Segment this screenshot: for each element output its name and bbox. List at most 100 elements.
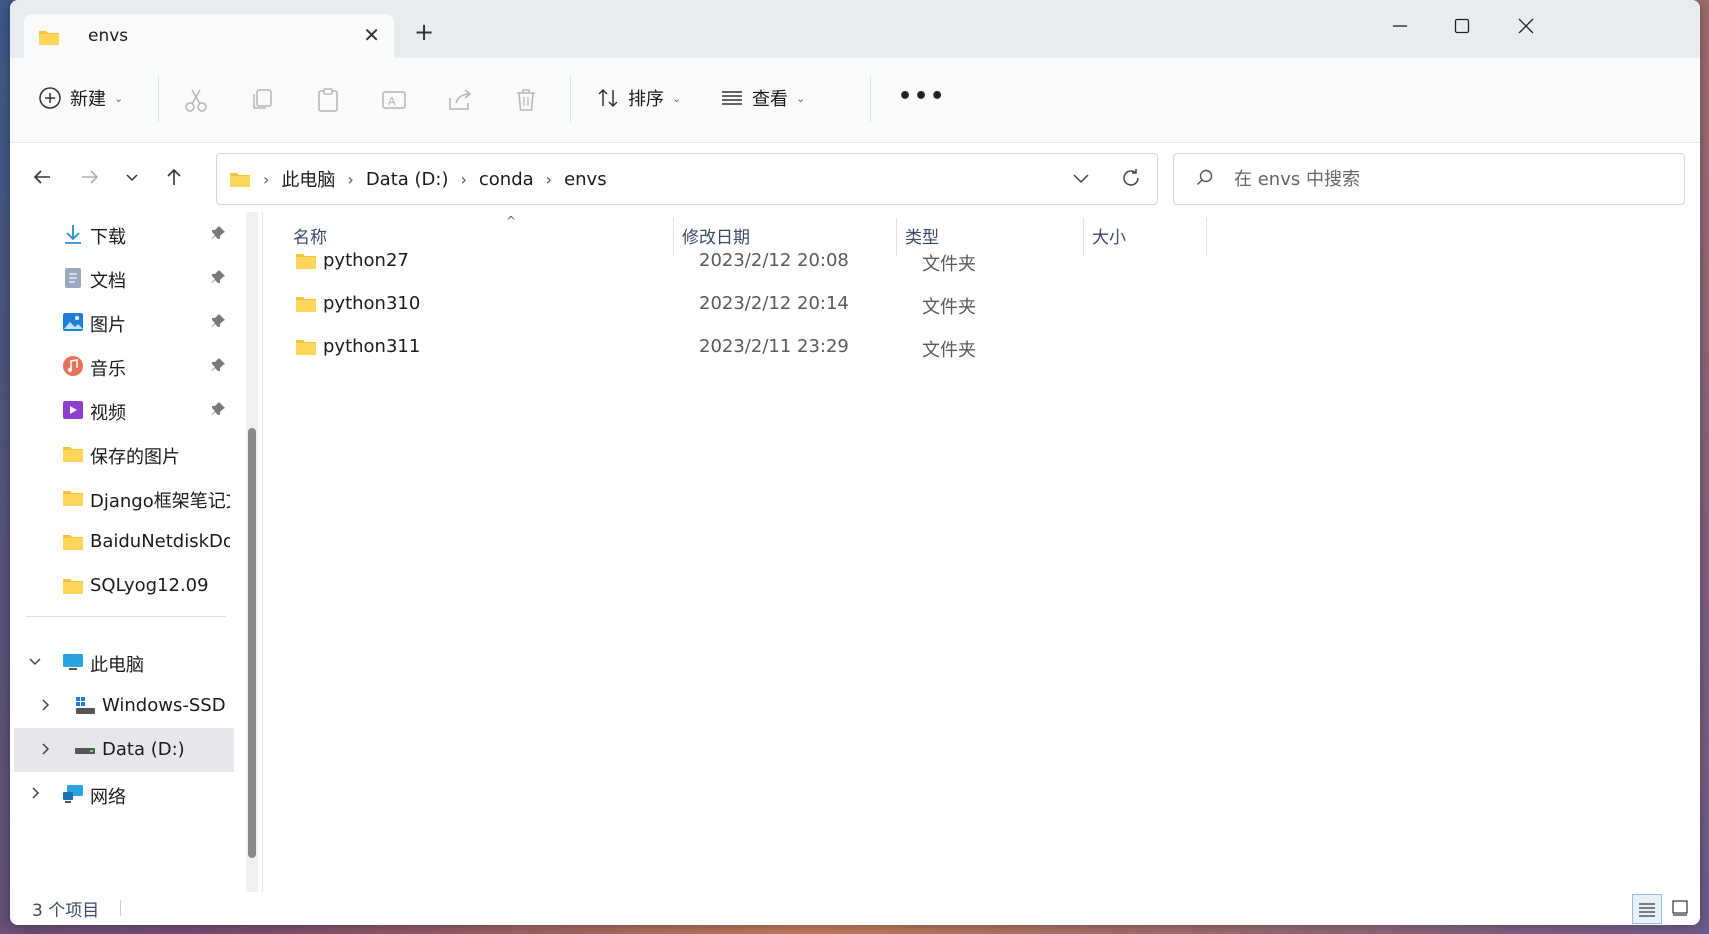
drive-icon xyxy=(75,748,95,754)
folder-icon xyxy=(63,579,83,594)
sidebar-item-label: 此电脑 xyxy=(90,655,144,676)
sidebar-scrollbar-thumb[interactable] xyxy=(248,428,256,858)
sort-icon xyxy=(598,88,618,108)
folder-icon xyxy=(230,173,250,187)
pin-icon[interactable] xyxy=(210,313,226,329)
file-name: python27 xyxy=(323,250,409,271)
sidebar-item-label: Windows-SSD ( xyxy=(102,695,227,716)
forward-button[interactable] xyxy=(74,161,106,193)
folder-icon xyxy=(63,491,83,506)
sidebar-item-baidunetdisk[interactable]: BaiduNetdiskDow xyxy=(10,520,235,564)
sidebar-item-sqlyog[interactable]: SQLyog12.09 xyxy=(10,564,235,608)
refresh-icon[interactable] xyxy=(1119,166,1143,190)
cut-icon[interactable] xyxy=(182,86,210,114)
folder-icon xyxy=(63,535,83,550)
sidebar-item-documents[interactable]: 文档 xyxy=(10,256,235,300)
sidebar-item-pictures[interactable]: 图片 xyxy=(10,300,235,344)
back-button[interactable] xyxy=(26,161,58,193)
paste-icon[interactable] xyxy=(314,86,342,114)
breadcrumb-data-d[interactable]: Data (D:) xyxy=(366,169,449,190)
chevron-right-icon[interactable]: › xyxy=(460,170,466,189)
sidebar-divider xyxy=(26,616,226,617)
sort-ascending-icon: ^ xyxy=(506,214,517,228)
table-row[interactable]: python311 2023/2/11 23:29 文件夹 xyxy=(273,328,1673,368)
sidebar-item-label: 视频 xyxy=(90,403,126,424)
navigation-pane: 下载 文档 图片 音乐 视频 保存的图片 Django框架笔记文 BaiduNe… xyxy=(10,212,245,892)
breadcrumb-conda[interactable]: conda xyxy=(479,169,534,190)
sidebar-item-django-notes[interactable]: Django框架笔记文 xyxy=(10,476,235,520)
close-window-button[interactable] xyxy=(1506,8,1546,44)
large-icons-view-button[interactable] xyxy=(1666,894,1694,922)
chevron-right-icon[interactable]: › xyxy=(546,170,552,189)
chevron-down-icon: ⌄ xyxy=(672,91,682,105)
sidebar-item-saved-pictures[interactable]: 保存的图片 xyxy=(10,432,235,476)
chevron-down-icon[interactable] xyxy=(1071,168,1091,188)
view-button[interactable]: 查看 ⌄ xyxy=(720,76,805,120)
sidebar-item-label: 图片 xyxy=(90,315,126,336)
chevron-down-icon: ⌄ xyxy=(796,91,806,105)
address-bar[interactable]: › 此电脑 › Data (D:) › conda › envs xyxy=(216,153,1158,205)
sidebar-item-label: BaiduNetdiskDow xyxy=(90,531,230,552)
file-modified: 2023/2/12 20:14 xyxy=(699,293,849,314)
table-row[interactable]: python310 2023/2/12 20:14 文件夹 xyxy=(273,285,1673,325)
sort-button[interactable]: 排序 ⌄ xyxy=(596,76,681,120)
tiles-view-icon xyxy=(1672,900,1688,916)
sidebar-item-windows-ssd[interactable]: Windows-SSD ( xyxy=(10,684,235,728)
sidebar-item-label: 下载 xyxy=(90,227,126,248)
table-row[interactable]: python27 2023/2/12 20:08 文件夹 xyxy=(273,242,1673,282)
sidebar-item-music[interactable]: 音乐 xyxy=(10,344,235,388)
up-button[interactable] xyxy=(158,161,190,193)
plus-circle-icon xyxy=(39,87,61,109)
file-type: 文件夹 xyxy=(922,340,976,361)
chevron-right-icon[interactable] xyxy=(38,742,52,756)
pin-icon[interactable] xyxy=(210,401,226,417)
pin-icon[interactable] xyxy=(210,225,226,241)
share-icon[interactable] xyxy=(446,86,474,114)
close-tab-button[interactable]: ✕ xyxy=(363,24,380,46)
tab-envs[interactable]: envs ✕ xyxy=(24,14,394,58)
maximize-button[interactable] xyxy=(1442,8,1482,44)
title-bar: envs ✕ + xyxy=(10,0,1700,58)
tab-title: envs xyxy=(88,26,129,46)
folder-icon xyxy=(296,254,316,269)
delete-icon[interactable] xyxy=(512,86,540,114)
sidebar-item-data-d[interactable]: Data (D:) xyxy=(14,728,234,772)
copy-icon[interactable] xyxy=(248,86,276,114)
sidebar-item-this-pc[interactable]: 此电脑 xyxy=(10,640,235,684)
video-icon xyxy=(63,401,83,419)
chevron-down-icon[interactable] xyxy=(28,654,42,668)
sidebar-item-videos[interactable]: 视频 xyxy=(10,388,235,432)
sidebar-item-label: 文档 xyxy=(90,271,126,292)
file-list: ^ 名称 修改日期 类型 大小 python27 2023/2/12 20:08… xyxy=(263,212,1700,892)
document-icon xyxy=(65,268,81,288)
sidebar-item-label: Data (D:) xyxy=(102,739,185,760)
breadcrumb-envs[interactable]: envs xyxy=(564,169,607,190)
command-bar: 新建 ⌄ A 排序 ⌄ 查看 ⌄ ••• xyxy=(10,58,1700,143)
breadcrumb-this-pc[interactable]: 此电脑 xyxy=(281,166,335,192)
maximize-icon xyxy=(1454,18,1470,34)
sidebar-item-downloads[interactable]: 下载 xyxy=(10,212,235,256)
chevron-right-icon[interactable] xyxy=(38,698,52,712)
pin-icon[interactable] xyxy=(210,269,226,285)
search-input[interactable] xyxy=(1232,162,1666,196)
details-view-icon xyxy=(1639,903,1655,917)
chevron-right-icon[interactable] xyxy=(28,786,42,800)
rename-icon[interactable]: A xyxy=(380,86,408,114)
file-name: python310 xyxy=(323,293,421,314)
folder-icon xyxy=(296,297,316,312)
new-label: 新建 xyxy=(70,89,106,110)
chevron-right-icon[interactable]: › xyxy=(347,170,353,189)
details-view-button[interactable] xyxy=(1632,894,1662,924)
new-button[interactable]: 新建 ⌄ xyxy=(38,76,123,120)
recent-locations-button[interactable] xyxy=(116,161,148,193)
pin-icon[interactable] xyxy=(210,357,226,373)
breadcrumb: › 此电脑 › Data (D:) › conda › envs xyxy=(229,154,607,204)
sidebar-item-label: 音乐 xyxy=(90,359,126,380)
more-options-button[interactable]: ••• xyxy=(898,84,946,109)
search-box[interactable] xyxy=(1173,153,1685,205)
arrow-left-icon xyxy=(33,170,50,184)
sidebar-item-network[interactable]: 网络 xyxy=(10,772,235,816)
sidebar-item-label: 网络 xyxy=(90,787,126,808)
new-tab-button[interactable]: + xyxy=(414,20,434,44)
minimize-button[interactable] xyxy=(1380,8,1420,44)
